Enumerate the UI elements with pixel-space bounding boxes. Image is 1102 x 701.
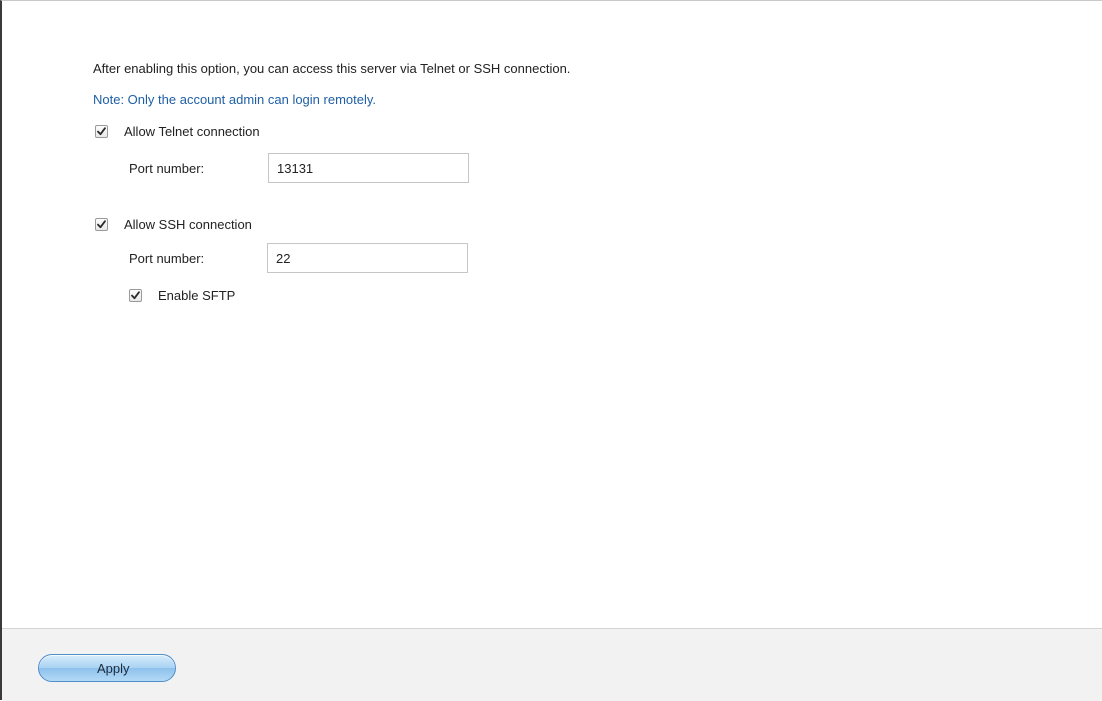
checkmark-icon <box>131 291 140 300</box>
settings-content: After enabling this option, you can acce… <box>2 1 1102 628</box>
note-text: Note: Only the account admin can login r… <box>93 92 377 107</box>
allow-ssh-checkbox[interactable]: Allow SSH connection <box>95 217 252 232</box>
enable-sftp-label: Enable SFTP <box>158 288 236 303</box>
telnet-port-input[interactable] <box>268 153 469 183</box>
telnet-port-label: Port number: <box>129 161 205 176</box>
allow-ssh-label: Allow SSH connection <box>124 217 252 232</box>
ssh-port-label: Port number: <box>129 251 205 266</box>
checkmark-icon <box>97 127 106 136</box>
footer-bar: Apply <box>2 628 1102 701</box>
sftp-checkbox-box[interactable] <box>129 289 142 302</box>
telnet-ssh-settings-panel: After enabling this option, you can acce… <box>0 0 1102 701</box>
description-text: After enabling this option, you can acce… <box>93 61 571 76</box>
allow-telnet-checkbox[interactable]: Allow Telnet connection <box>95 124 260 139</box>
telnet-checkbox-box[interactable] <box>95 125 108 138</box>
checkmark-icon <box>97 220 106 229</box>
allow-telnet-label: Allow Telnet connection <box>124 124 260 139</box>
ssh-port-input[interactable] <box>267 243 468 273</box>
apply-button[interactable]: Apply <box>38 654 176 682</box>
ssh-checkbox-box[interactable] <box>95 218 108 231</box>
enable-sftp-checkbox[interactable]: Enable SFTP <box>129 288 235 303</box>
